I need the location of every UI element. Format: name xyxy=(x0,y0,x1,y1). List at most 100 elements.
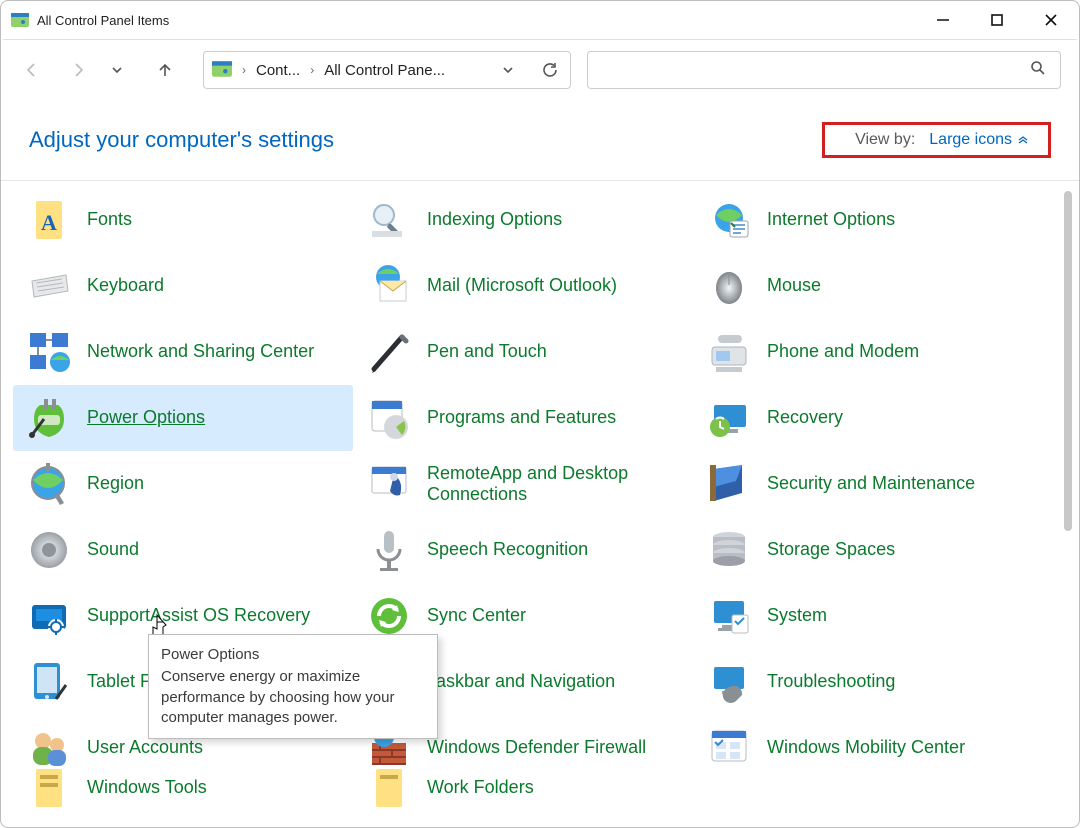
minimize-button[interactable] xyxy=(931,8,955,32)
phone-icon xyxy=(705,328,753,376)
svg-text:A: A xyxy=(41,210,57,235)
cp-item-fonts[interactable]: A Fonts xyxy=(13,187,353,253)
refresh-button[interactable] xyxy=(538,58,562,82)
title-bar: All Control Panel Items xyxy=(1,1,1079,39)
cp-item-programs[interactable]: Programs and Features xyxy=(353,385,693,451)
cp-item-label: Troubleshooting xyxy=(767,671,895,692)
tablet-icon xyxy=(25,658,73,706)
cp-item-label: Recovery xyxy=(767,407,843,428)
address-dropdown-button[interactable] xyxy=(496,58,520,82)
search-box[interactable] xyxy=(587,51,1061,89)
system-icon xyxy=(705,592,753,640)
network-icon xyxy=(25,328,73,376)
cp-item-label: Power Options xyxy=(87,407,205,428)
cp-item-label: Sound xyxy=(87,539,139,560)
mail-icon xyxy=(365,262,413,310)
cp-item-label: Storage Spaces xyxy=(767,539,895,560)
cp-item-label: Speech Recognition xyxy=(427,539,588,560)
view-by-label: View by: xyxy=(855,131,915,149)
cp-item-label: Network and Sharing Center xyxy=(87,341,314,362)
chevron-right-icon[interactable]: › xyxy=(308,63,316,77)
control-panel-icon xyxy=(212,61,232,79)
mobility-icon xyxy=(705,724,753,772)
forward-button[interactable] xyxy=(67,58,91,82)
breadcrumb-crumb[interactable]: Cont... xyxy=(256,62,300,79)
internet-icon xyxy=(705,196,753,244)
indexing-icon xyxy=(365,196,413,244)
cp-item-pen[interactable]: Pen and Touch xyxy=(353,319,693,385)
cp-item-sound[interactable]: Sound xyxy=(13,517,353,583)
cp-item-system[interactable]: System xyxy=(693,583,1033,649)
view-by-selector[interactable]: View by: Large icons xyxy=(822,122,1051,158)
supportassist-icon xyxy=(25,592,73,640)
mouse-icon xyxy=(705,262,753,310)
cp-item-label: Mouse xyxy=(767,275,821,296)
cp-item-label: Fonts xyxy=(87,209,132,230)
breadcrumb-crumb[interactable]: All Control Pane... xyxy=(324,62,445,79)
cp-item-label: Security and Maintenance xyxy=(767,473,975,494)
cp-item-label: System xyxy=(767,605,827,626)
security-icon xyxy=(705,460,753,508)
cp-item-keyboard[interactable]: Keyboard xyxy=(13,253,353,319)
cp-item-label: Keyboard xyxy=(87,275,164,296)
cp-item-label: User Accounts xyxy=(87,737,203,758)
cp-item-label: SupportAssist OS Recovery xyxy=(87,605,310,626)
maximize-button[interactable] xyxy=(985,8,1009,32)
fonts-icon: A xyxy=(25,196,73,244)
cp-item-label: Phone and Modem xyxy=(767,341,919,362)
sync-icon xyxy=(365,592,413,640)
remoteapp-icon xyxy=(365,460,413,508)
storage-icon xyxy=(705,526,753,574)
troubleshoot-icon xyxy=(705,658,753,706)
keyboard-icon xyxy=(25,262,73,310)
cp-item-security[interactable]: Security and Maintenance xyxy=(693,451,1033,517)
nav-toolbar: › Cont... › All Control Pane... xyxy=(1,40,1079,100)
chevron-down-icon xyxy=(1018,131,1028,149)
scrollbar[interactable] xyxy=(1061,191,1075,801)
cp-item-label: Taskbar and Navigation xyxy=(427,671,615,692)
cp-item-troubleshoot[interactable]: Troubleshooting xyxy=(693,649,1033,715)
cp-item-label: Windows Mobility Center xyxy=(767,737,965,758)
cp-item-mobility[interactable]: Windows Mobility Center xyxy=(693,715,1033,781)
window-title: All Control Panel Items xyxy=(37,13,169,28)
cp-item-recovery[interactable]: Recovery xyxy=(693,385,1033,451)
chevron-right-icon[interactable]: › xyxy=(240,63,248,77)
cp-item-workfolders[interactable]: Work Folders xyxy=(353,781,693,815)
close-button[interactable] xyxy=(1039,8,1063,32)
address-bar[interactable]: › Cont... › All Control Pane... xyxy=(203,51,571,89)
cp-item-label: Windows Tools xyxy=(87,777,207,798)
tooltip-body: Conserve energy or maximize performance … xyxy=(161,667,425,728)
programs-icon xyxy=(365,394,413,442)
cp-item-internet[interactable]: Internet Options xyxy=(693,187,1033,253)
cp-item-tools[interactable]: Windows Tools xyxy=(13,781,353,815)
cp-item-label: Pen and Touch xyxy=(427,341,547,362)
view-by-value: Large icons xyxy=(929,131,1012,149)
cp-item-phone[interactable]: Phone and Modem xyxy=(693,319,1033,385)
cp-item-label: Work Folders xyxy=(427,777,534,798)
cp-item-label: Windows Defender Firewall xyxy=(427,737,646,758)
cp-item-label: Internet Options xyxy=(767,209,895,230)
back-button[interactable] xyxy=(19,58,43,82)
cp-item-speech[interactable]: Speech Recognition xyxy=(353,517,693,583)
cp-item-network[interactable]: Network and Sharing Center xyxy=(13,319,353,385)
power-icon xyxy=(25,394,73,442)
tools-icon xyxy=(25,764,73,812)
up-button[interactable] xyxy=(153,58,177,82)
cp-item-label: Mail (Microsoft Outlook) xyxy=(427,275,617,296)
recovery-icon xyxy=(705,394,753,442)
recent-locations-button[interactable] xyxy=(105,58,129,82)
speech-icon xyxy=(365,526,413,574)
search-icon xyxy=(1030,60,1046,81)
cp-item-indexing[interactable]: Indexing Options xyxy=(353,187,693,253)
cp-item-region[interactable]: Region xyxy=(13,451,353,517)
cp-item-remoteapp[interactable]: RemoteApp and Desktop Connections xyxy=(353,451,693,517)
cp-item-mail[interactable]: Mail (Microsoft Outlook) xyxy=(353,253,693,319)
pen-icon xyxy=(365,328,413,376)
workfolders-icon xyxy=(365,764,413,812)
cp-item-mouse[interactable]: Mouse xyxy=(693,253,1033,319)
cp-item-power[interactable]: Power Options xyxy=(13,385,353,451)
cp-item-storage[interactable]: Storage Spaces xyxy=(693,517,1033,583)
cp-item-label: Region xyxy=(87,473,144,494)
cp-item-label: RemoteApp and Desktop Connections xyxy=(427,463,685,505)
cp-item-label: Programs and Features xyxy=(427,407,616,428)
